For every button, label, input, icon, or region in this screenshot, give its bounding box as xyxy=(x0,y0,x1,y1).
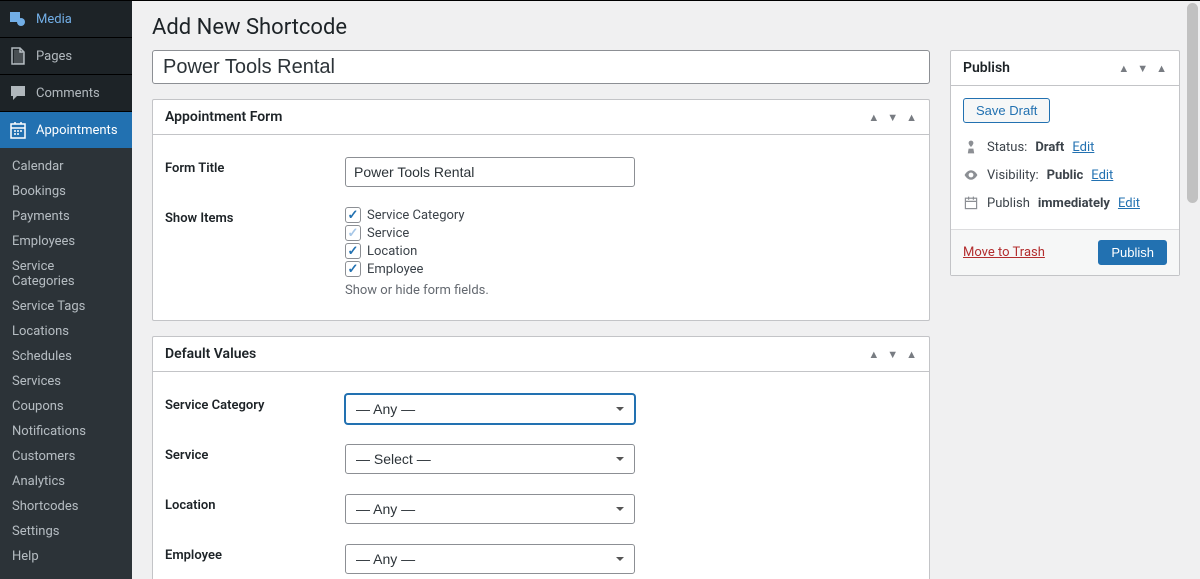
panel-up-icon[interactable]: ▲ xyxy=(1118,62,1129,75)
publish-panel: Publish ▲ ▼ ▲ Save Draft xyxy=(950,50,1180,276)
sidebar-item-appointments[interactable]: Appointments xyxy=(0,111,132,148)
submenu-service-categories[interactable]: Service Categories xyxy=(0,254,132,294)
panel-down-icon[interactable]: ▼ xyxy=(1137,62,1148,75)
submenu-bookings[interactable]: Bookings xyxy=(0,179,132,204)
checkbox-service-category[interactable] xyxy=(345,207,361,223)
checkbox-location[interactable] xyxy=(345,243,361,259)
submenu-shortcodes[interactable]: Shortcodes xyxy=(0,494,132,519)
pin-icon xyxy=(963,139,979,155)
form-title-label: Form Title xyxy=(165,157,345,187)
checkbox-service[interactable] xyxy=(345,225,361,241)
edit-status-link[interactable]: Edit xyxy=(1072,140,1094,155)
status-label: Status: xyxy=(987,140,1027,155)
default-values-panel: Default Values ▲ ▼ ▲ Service Category — … xyxy=(152,336,930,579)
calendar-icon xyxy=(8,120,28,140)
submenu-service-tags[interactable]: Service Tags xyxy=(0,294,132,319)
panel-down-icon[interactable]: ▼ xyxy=(887,348,898,361)
sidebar-submenu: Calendar Bookings Payments Employees Ser… xyxy=(0,148,132,579)
submenu-extensions[interactable]: Extensions xyxy=(0,569,132,579)
submenu-help[interactable]: Help xyxy=(0,544,132,569)
service-category-label: Service Category xyxy=(165,394,345,424)
page-title: Add New Shortcode xyxy=(152,1,1180,50)
media-icon xyxy=(8,9,28,29)
schedule-label: Publish xyxy=(987,196,1030,211)
submenu-schedules[interactable]: Schedules xyxy=(0,344,132,369)
sidebar-item-comments[interactable]: Comments xyxy=(0,74,132,111)
panel-title: Publish xyxy=(963,60,1010,76)
submenu-payments[interactable]: Payments xyxy=(0,204,132,229)
panel-down-icon[interactable]: ▼ xyxy=(887,111,898,124)
scrollbar-thumb[interactable] xyxy=(1187,3,1198,203)
pages-icon xyxy=(8,46,28,66)
submenu-notifications[interactable]: Notifications xyxy=(0,419,132,444)
sidebar-label: Appointments xyxy=(36,123,118,138)
move-to-trash-link[interactable]: Move to Trash xyxy=(963,245,1045,260)
submenu-calendar[interactable]: Calendar xyxy=(0,154,132,179)
sidebar-label: Media xyxy=(36,12,72,27)
location-select[interactable]: — Any — xyxy=(345,494,635,524)
panel-title: Appointment Form xyxy=(165,109,282,125)
comments-icon xyxy=(8,83,28,103)
edit-schedule-link[interactable]: Edit xyxy=(1118,196,1140,211)
sidebar-item-media[interactable]: Media xyxy=(0,0,132,37)
admin-sidebar: Media Pages Comments Appointments Calend… xyxy=(0,0,132,579)
visibility-label: Visibility: xyxy=(987,168,1039,183)
panel-caret-icon[interactable]: ▲ xyxy=(1156,62,1167,75)
service-select[interactable]: — Select — xyxy=(345,444,635,474)
checkbox-label: Employee xyxy=(367,262,423,277)
checkbox-label: Service xyxy=(367,226,409,241)
edit-visibility-link[interactable]: Edit xyxy=(1091,168,1113,183)
show-items-label: Show Items xyxy=(165,207,345,298)
service-category-select[interactable]: — Any — xyxy=(345,394,635,424)
submenu-coupons[interactable]: Coupons xyxy=(0,394,132,419)
submenu-services[interactable]: Services xyxy=(0,369,132,394)
main-content: Add New Shortcode Appointment Form ▲ ▼ ▲ xyxy=(132,0,1200,579)
scrollbar[interactable] xyxy=(1185,1,1200,579)
panel-up-icon[interactable]: ▲ xyxy=(868,348,879,361)
panel-up-icon[interactable]: ▲ xyxy=(868,111,879,124)
submenu-employees[interactable]: Employees xyxy=(0,229,132,254)
checkbox-employee[interactable] xyxy=(345,261,361,277)
sidebar-label: Pages xyxy=(36,49,72,64)
panel-caret-icon[interactable]: ▲ xyxy=(906,348,917,361)
panel-caret-icon[interactable]: ▲ xyxy=(906,111,917,124)
visibility-value: Public xyxy=(1047,168,1084,183)
show-items-hint: Show or hide form fields. xyxy=(345,283,917,298)
shortcode-title-input[interactable] xyxy=(152,50,930,84)
publish-button[interactable]: Publish xyxy=(1098,240,1167,265)
sidebar-label: Comments xyxy=(36,86,100,101)
save-draft-button[interactable]: Save Draft xyxy=(963,98,1050,123)
location-label: Location xyxy=(165,494,345,524)
submenu-customers[interactable]: Customers xyxy=(0,444,132,469)
service-label: Service xyxy=(165,444,345,474)
calendar-icon xyxy=(963,195,979,211)
submenu-analytics[interactable]: Analytics xyxy=(0,469,132,494)
form-title-input[interactable] xyxy=(345,157,635,187)
panel-title: Default Values xyxy=(165,346,256,362)
employee-label: Employee xyxy=(165,544,345,574)
appointment-form-panel: Appointment Form ▲ ▼ ▲ Form Title xyxy=(152,99,930,321)
schedule-value: immediately xyxy=(1038,196,1110,211)
submenu-settings[interactable]: Settings xyxy=(0,519,132,544)
checkbox-label: Location xyxy=(367,244,417,259)
sidebar-item-pages[interactable]: Pages xyxy=(0,37,132,74)
status-value: Draft xyxy=(1035,140,1064,155)
visibility-icon xyxy=(963,167,979,183)
checkbox-label: Service Category xyxy=(367,208,465,223)
employee-select[interactable]: — Any — xyxy=(345,544,635,574)
submenu-locations[interactable]: Locations xyxy=(0,319,132,344)
